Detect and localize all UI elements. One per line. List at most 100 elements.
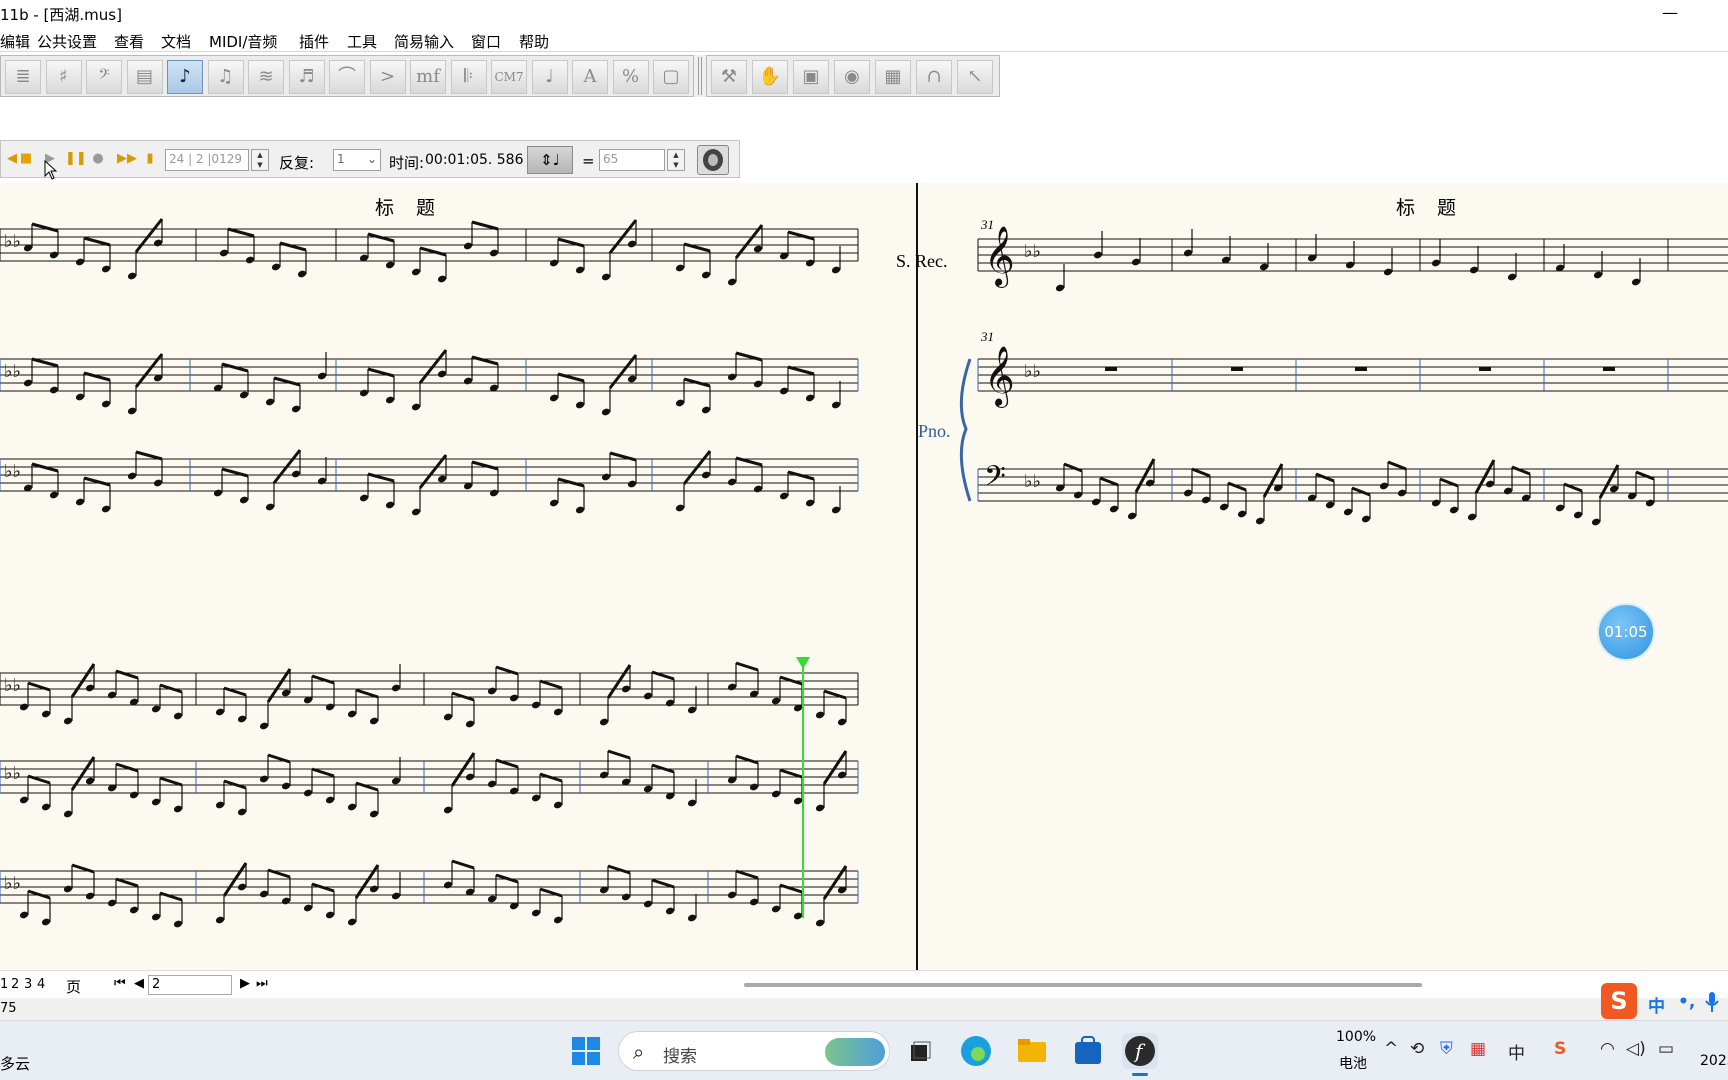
minimize-button[interactable]: — <box>1650 2 1690 26</box>
page-number-input[interactable]: 2 <box>148 975 232 995</box>
last-page-icon[interactable]: ⏭ <box>256 976 268 991</box>
task-view-icon[interactable] <box>902 1033 938 1069</box>
volume-icon[interactable]: ◁) <box>1626 1039 1646 1059</box>
page-tab[interactable]: 3 <box>24 977 32 992</box>
app-tray-icon[interactable]: ▦ <box>1470 1039 1486 1059</box>
note-beam <box>822 750 848 785</box>
page-tab[interactable]: 1 <box>0 977 8 992</box>
ime-punctuation-indicator[interactable]: •, <box>1678 992 1695 1012</box>
weather-text[interactable]: 多云 <box>0 1053 30 1074</box>
menu-plugins[interactable]: 插件 <box>299 31 329 52</box>
page-tab[interactable]: 4 <box>37 977 45 992</box>
title-bar: 11b - [西湖.mus] — <box>0 0 1728 28</box>
sogou-ime-icon[interactable]: S <box>1601 983 1637 1019</box>
repeat-icon[interactable]: 𝄆 <box>450 60 487 94</box>
note-beam <box>354 864 380 899</box>
fast-forward-icon[interactable]: ▶▶ <box>117 150 137 168</box>
tempo-note-button[interactable]: ⇕♩ <box>527 146 573 174</box>
microphone-icon[interactable] <box>1704 990 1720 1014</box>
horizontal-scrollbar[interactable] <box>744 983 1422 987</box>
ime-tray-indicator[interactable]: 中 <box>1508 1039 1525 1064</box>
whole-rest <box>1231 367 1243 371</box>
midi-tool-icon[interactable]: ◉ <box>834 60 870 94</box>
lyrics-icon[interactable]: ♩ <box>531 60 568 94</box>
next-page-icon[interactable]: ▶ <box>240 976 250 991</box>
score-view[interactable]: ♭♭ ♭♭ ♭♭ ♭♭ ♭♭ ♭♭ 𝄞 ♭♭ 𝄞 ♭♭ 𝄢 ♭♭ 标 题 标 题 S. Rec. Pn… <box>0 183 1728 970</box>
whole-rest <box>1355 367 1367 371</box>
edge-browser-icon[interactable] <box>958 1033 994 1069</box>
sogou-tray-icon[interactable]: S <box>1554 1039 1566 1059</box>
page-tab[interactable]: 2 <box>11 977 19 992</box>
note-beam <box>311 674 335 685</box>
resize-tool-icon[interactable]: % <box>612 60 649 94</box>
bass-clef-icon[interactable]: 𝄢 <box>86 60 122 94</box>
ossia-icon[interactable]: ∩ <box>916 60 952 94</box>
chord-icon[interactable]: CM7 <box>491 60 527 94</box>
speedy-entry-icon[interactable]: ≋ <box>248 60 284 94</box>
repeat-select[interactable]: 1 ⌄ <box>333 149 381 171</box>
tempo-field[interactable]: 65 <box>599 149 665 171</box>
counter-spinner[interactable]: ▲ ▼ <box>251 149 269 171</box>
treble-clef-icon: 𝄞 <box>984 226 1015 288</box>
speaker-icon[interactable] <box>697 145 729 175</box>
key-signature-flats: ♭♭ <box>4 461 21 482</box>
selection-tool-icon[interactable]: ↖ <box>957 60 993 94</box>
file-explorer-icon[interactable] <box>1014 1033 1050 1069</box>
pause-icon[interactable]: ❚❚ <box>65 150 87 168</box>
menu-document[interactable]: 文档 <box>161 31 191 52</box>
text-tool-icon[interactable]: A <box>572 60 608 94</box>
mouse-cursor-icon <box>44 160 58 180</box>
expression-icon[interactable]: mf <box>410 60 446 94</box>
menu-window[interactable]: 窗口 <box>471 31 501 52</box>
wifi-icon[interactable]: ◠ <box>1600 1039 1615 1059</box>
recording-timer[interactable]: 01:05 <box>1597 603 1655 661</box>
key-signature-icon[interactable]: ♯ <box>45 60 82 94</box>
page-label: 页 <box>66 978 82 996</box>
menu-tools[interactable]: 工具 <box>347 31 377 52</box>
repeat-label: 反复: <box>279 154 315 172</box>
menu-help[interactable]: 帮助 <box>519 31 549 52</box>
microsoft-store-icon[interactable] <box>1070 1033 1106 1069</box>
menu-edit[interactable]: 编辑 <box>0 31 30 52</box>
battery-icon[interactable]: ▭ <box>1658 1039 1674 1059</box>
piano-brace <box>959 358 972 502</box>
note-beam <box>115 669 139 680</box>
ime-mode-indicator[interactable]: 中 <box>1648 992 1665 1017</box>
go-to-end-icon[interactable]: ▮ <box>141 150 159 168</box>
staff-style-icon[interactable]: ▦ <box>875 60 911 94</box>
special-tools-icon[interactable]: ✋ <box>752 60 788 94</box>
measure-counter-field[interactable]: 24 | 2 |0129 <box>165 149 249 171</box>
stop-icon[interactable]: ■ <box>17 150 35 168</box>
note-tool-icon[interactable]: ♪ <box>167 60 203 94</box>
tempo-spinner[interactable]: ▲ ▼ <box>667 149 685 171</box>
tuplet-icon[interactable]: ♬ <box>288 60 325 94</box>
smart-shape-icon[interactable]: ⌒ <box>329 60 365 94</box>
menu-midi-audio[interactable]: MIDI/音频 <box>209 31 277 52</box>
staff-tool-icon[interactable]: ≣ <box>5 60 41 94</box>
measure-tool-icon[interactable]: ▤ <box>126 60 163 94</box>
previous-page-icon[interactable]: ◀ <box>134 976 144 991</box>
music-notation[interactable]: ♭♭ ♭♭ ♭♭ ♭♭ ♭♭ ♭♭ 𝄞 ♭♭ 𝄞 ♭♭ 𝄢 ♭♭ <box>0 183 1728 970</box>
palette-grip[interactable] <box>698 57 702 95</box>
menu-preferences[interactable]: 公共设置 <box>37 31 97 52</box>
treble-clef-icon: 𝄞 <box>984 346 1015 408</box>
clock-text[interactable]: 2023 <box>1700 1053 1728 1069</box>
sync-icon[interactable]: ⟲ <box>1410 1039 1424 1059</box>
finale-app-icon[interactable]: f <box>1122 1033 1158 1076</box>
articulation-icon[interactable]: > <box>369 60 406 94</box>
record-icon[interactable]: ● <box>89 150 107 168</box>
mass-edit-icon[interactable]: ⚒ <box>711 60 747 94</box>
graphics-tool-icon[interactable]: ▣ <box>793 60 829 94</box>
start-icon[interactable] <box>568 1033 604 1069</box>
security-shield-icon[interactable]: ⛨ <box>1440 1039 1453 1059</box>
key-signature-flats: ♭♭ <box>4 231 21 252</box>
first-page-icon[interactable]: ⏮ <box>114 976 126 991</box>
simple-entry-icon[interactable]: ♫ <box>207 60 244 94</box>
note-beam <box>735 754 759 765</box>
menu-simple-entry[interactable]: 简易输入 <box>394 31 454 52</box>
tray-expand-icon[interactable]: ^ <box>1384 1039 1398 1059</box>
menu-view[interactable]: 查看 <box>114 31 144 52</box>
page-layout-icon[interactable]: ▢ <box>653 60 689 94</box>
key-signature-flats: ♭♭ <box>4 763 21 784</box>
taskbar-search[interactable]: ⌕ 搜索 <box>618 1031 890 1071</box>
